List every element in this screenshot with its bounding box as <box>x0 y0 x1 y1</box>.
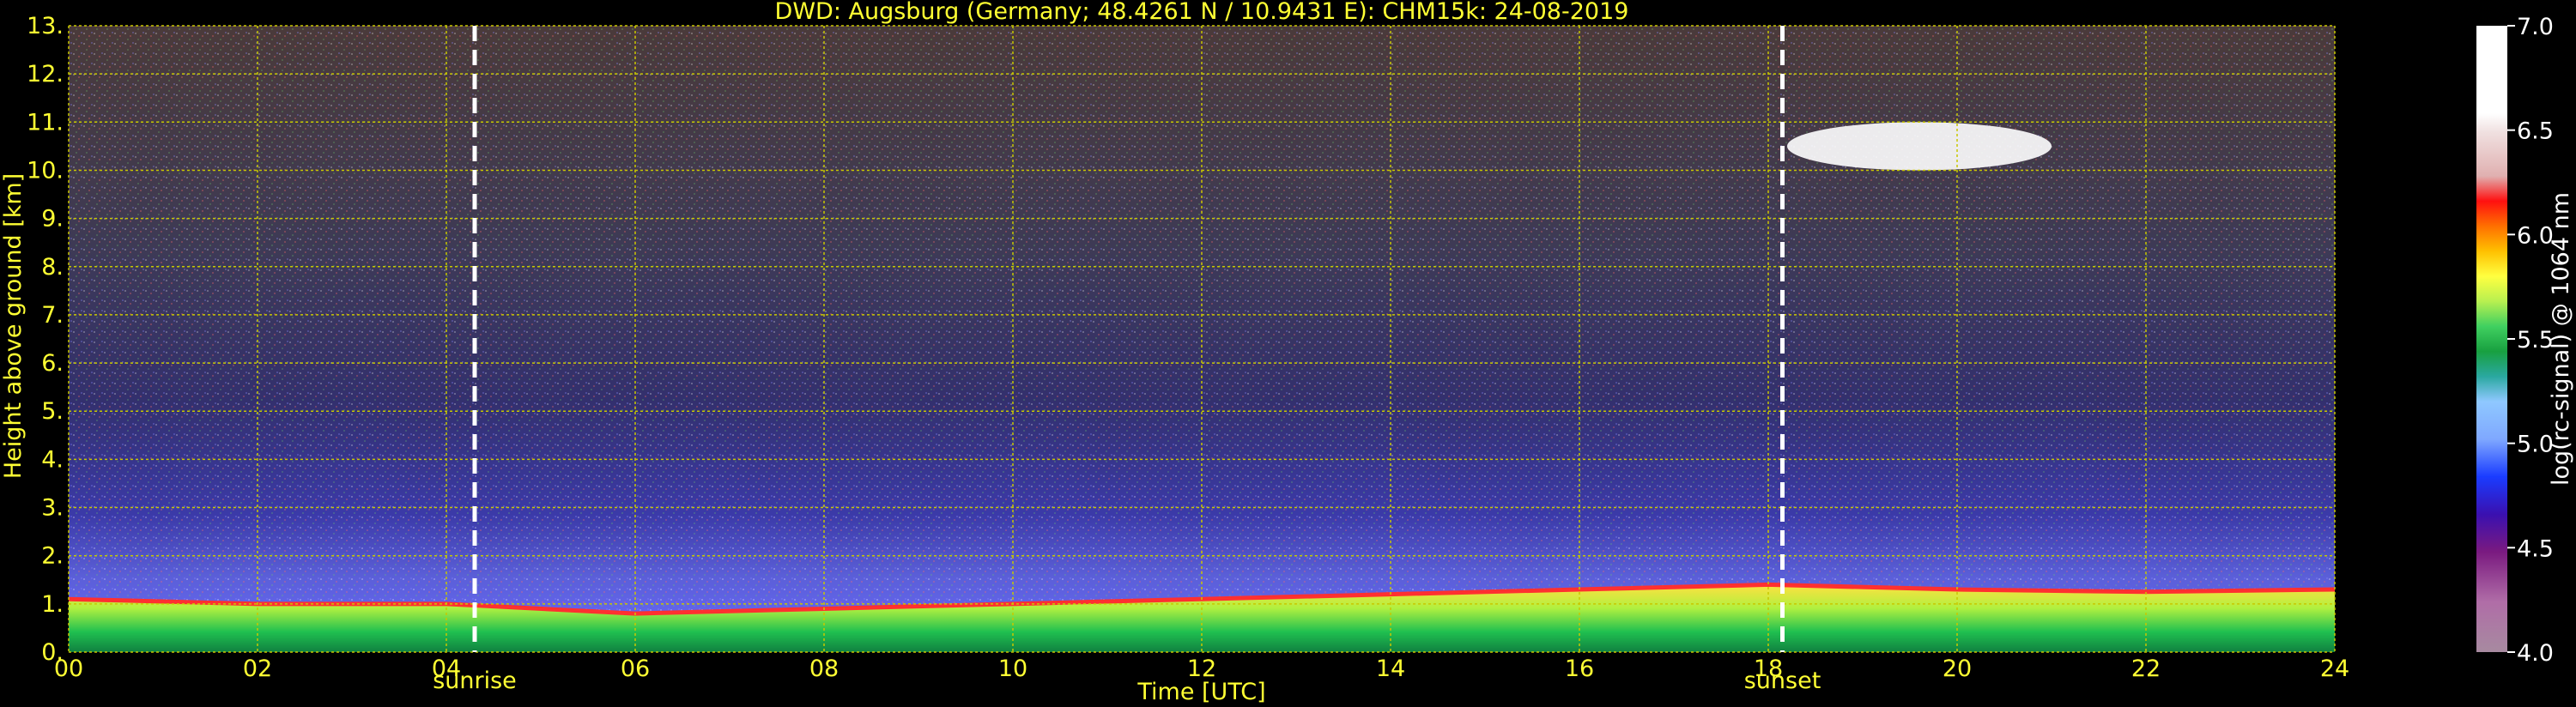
x-tick-label: 10 <box>998 656 1027 682</box>
colorbar-label: log(rc-signal) @ 1064 nm <box>2548 192 2574 486</box>
y-tick-label: 2. <box>41 543 64 570</box>
colorbar-tick-label: 4.0 <box>2517 640 2554 667</box>
x-axis-label: Time [UTC] <box>1136 679 1265 705</box>
cirrus-cloud <box>1787 122 2052 171</box>
x-tick-label: 18 <box>1754 656 1783 682</box>
y-tick-label: 13. <box>27 13 64 39</box>
y-tick-label: 9. <box>41 206 64 233</box>
colorbar-ticks: 4.04.55.05.56.06.57.0 <box>2507 14 2554 667</box>
colorbar-tick-label: 4.5 <box>2517 535 2554 562</box>
colorbar: 4.04.55.05.56.06.57.0 log(rc-signal) @ 1… <box>2476 14 2574 667</box>
y-tick-label: 12. <box>27 61 64 88</box>
x-tick-label: 22 <box>2131 656 2161 682</box>
x-tick-label: 04 <box>432 656 461 682</box>
y-tick-label: 10. <box>27 157 64 184</box>
y-tick-label: 8. <box>41 254 64 281</box>
x-tick-label: 20 <box>1943 656 1972 682</box>
y-tick-label: 4. <box>41 446 64 473</box>
x-tick-label: 02 <box>243 656 272 682</box>
y-tick-label: 0. <box>41 639 64 666</box>
y-axis-label: Height above ground [km] <box>0 173 27 479</box>
plot-area: sunrise sunset <box>68 25 2336 694</box>
x-tick-label: 24 <box>2320 656 2349 682</box>
x-tick-label: 08 <box>809 656 839 682</box>
y-tick-label: 1. <box>41 591 64 618</box>
y-tick-label: 3. <box>41 495 64 522</box>
x-tick-label: 14 <box>1376 656 1405 682</box>
ceilometer-chart: sunrise sunset 00 02 04 06 08 10 12 14 16 18 20 22 24… <box>0 0 2574 705</box>
y-tick-label: 6. <box>41 350 64 377</box>
y-tick-label: 5. <box>41 398 64 425</box>
x-tick-label: 16 <box>1565 656 1594 682</box>
y-tick-labels: 0. 1. 2. 3. 4. 5. 6. 7. 8. 9. 10. 11. 12. 13. <box>27 13 64 666</box>
colorbar-tick-label: 6.5 <box>2517 118 2554 145</box>
chart-title: DWD: Augsburg (Germany; 48.4261 N / 10.9… <box>775 0 1629 25</box>
colorbar-tick-label: 7.0 <box>2517 14 2554 40</box>
y-tick-label: 11. <box>27 109 64 136</box>
x-tick-label: 06 <box>621 656 650 682</box>
y-tick-label: 7. <box>41 302 64 329</box>
colorbar-gradient <box>2476 26 2507 652</box>
